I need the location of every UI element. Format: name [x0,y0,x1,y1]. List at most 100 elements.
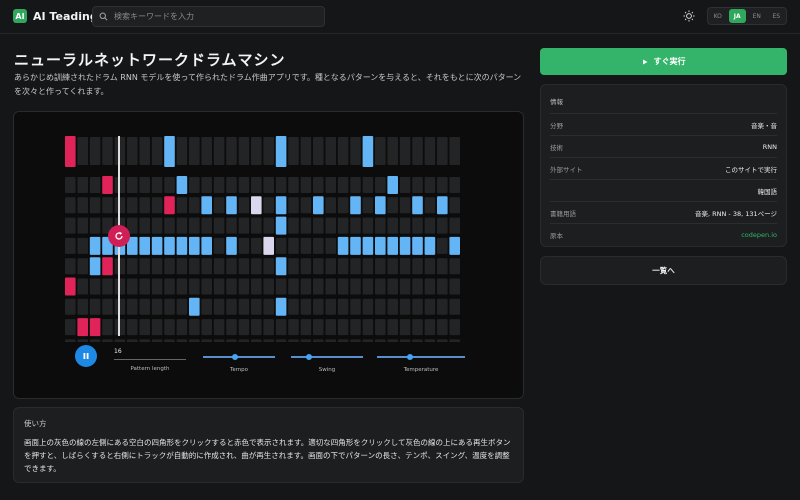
run-now-button[interactable]: すぐ実行 [540,48,787,75]
grid-cell[interactable] [89,318,101,337]
temperature-slider[interactable]: Temperature [377,352,465,373]
grid-cell[interactable] [77,339,88,342]
grid-cell[interactable] [375,177,386,193]
grid-cell[interactable] [275,297,287,316]
grid-cell[interactable] [263,236,274,255]
grid-cell[interactable] [65,298,76,315]
grid-cell[interactable] [437,298,448,315]
info-value[interactable]: このサイトで実行 [725,164,777,174]
grid-cell[interactable] [251,258,262,275]
grid-cell[interactable] [251,217,262,234]
grid-cell[interactable] [226,196,237,215]
grid-cell[interactable] [337,339,349,342]
grid-cell[interactable] [251,319,262,336]
grid-cell[interactable] [189,177,200,193]
grid-cell[interactable] [288,177,299,193]
grid-cell[interactable] [89,257,101,276]
grid-cell[interactable] [437,258,448,275]
grid-cell[interactable] [238,258,250,275]
grid-cell[interactable] [102,319,113,336]
grid-cell[interactable] [89,278,101,295]
grid-cell[interactable] [127,319,138,336]
grid-cell[interactable] [127,197,138,214]
lang-ko-button[interactable]: KO [709,9,727,23]
grid-cell[interactable] [238,298,250,315]
grid-cell[interactable] [213,137,225,165]
grid-cell[interactable] [275,339,287,342]
grid-cell[interactable] [313,196,324,215]
grid-cell[interactable] [387,278,398,295]
grid-cell[interactable] [412,298,423,315]
grid-cell[interactable] [251,237,262,254]
grid-cell[interactable] [362,258,374,275]
grid-cell[interactable] [350,137,361,165]
grid-cell[interactable] [362,136,374,167]
grid-cell[interactable] [313,217,324,234]
grid-cell[interactable] [399,197,411,214]
grid-cell[interactable] [176,236,188,255]
grid-cell[interactable] [424,319,436,336]
grid-cell[interactable] [399,298,411,315]
grid-cell[interactable] [139,298,150,315]
grid-cell[interactable] [201,278,212,295]
grid-cell[interactable] [139,177,150,193]
grid-cell[interactable] [151,298,163,315]
grid-cell[interactable] [350,339,361,342]
grid-cell[interactable] [65,136,76,167]
grid-cell[interactable] [226,236,237,255]
grid-cell[interactable] [424,278,436,295]
grid-cell[interactable] [251,196,262,215]
grid-cell[interactable] [151,177,163,193]
grid-cell[interactable] [399,137,411,165]
grid-cell[interactable] [350,196,361,215]
grid-cell[interactable] [300,319,312,336]
grid-cell[interactable] [77,258,88,275]
search-input[interactable] [114,12,314,21]
grid-cell[interactable] [362,197,374,214]
grid-cell[interactable] [362,278,374,295]
grid-cell[interactable] [65,277,76,296]
grid-cell[interactable] [263,177,274,193]
grid-cell[interactable] [238,177,250,193]
grid-cell[interactable] [362,339,374,342]
grid-cell[interactable] [437,278,448,295]
grid-cell[interactable] [375,217,386,234]
grid-cell[interactable] [412,196,423,215]
grid-cell[interactable] [213,237,225,254]
grid-cell[interactable] [375,298,386,315]
grid-cell[interactable] [399,177,411,193]
grid-cell[interactable] [412,258,423,275]
grid-cell[interactable] [337,258,349,275]
grid-cell[interactable] [424,298,436,315]
grid-cell[interactable] [412,319,423,336]
grid-cell[interactable] [325,298,336,315]
temperature-track[interactable] [377,354,465,360]
grid-cell[interactable] [325,217,336,234]
grid-cell[interactable] [350,236,361,255]
grid-cell[interactable] [77,318,88,337]
grid-cell[interactable] [300,278,312,295]
grid-cell[interactable] [238,237,250,254]
grid-cell[interactable] [176,176,188,194]
grid-cell[interactable] [226,137,237,165]
grid-cell[interactable] [226,278,237,295]
grid-cell[interactable] [127,278,138,295]
grid-cell[interactable] [424,177,436,193]
grid-cell[interactable] [176,197,188,214]
grid-cell[interactable] [77,137,88,165]
grid-cell[interactable] [387,319,398,336]
grid-cell[interactable] [127,258,138,275]
grid-cell[interactable] [226,177,237,193]
grid-cell[interactable] [350,177,361,193]
grid-cell[interactable] [375,137,386,165]
tempo-knob[interactable] [232,354,239,360]
grid-cell[interactable] [226,217,237,234]
grid-cell[interactable] [201,298,212,315]
grid-cell[interactable] [350,217,361,234]
grid-cell[interactable] [325,339,336,342]
grid-cell[interactable] [65,258,76,275]
grid-cell[interactable] [263,197,274,214]
grid-cell[interactable] [350,319,361,336]
grid-cell[interactable] [65,319,76,336]
back-to-list-button[interactable]: 一覧へ [540,256,787,285]
